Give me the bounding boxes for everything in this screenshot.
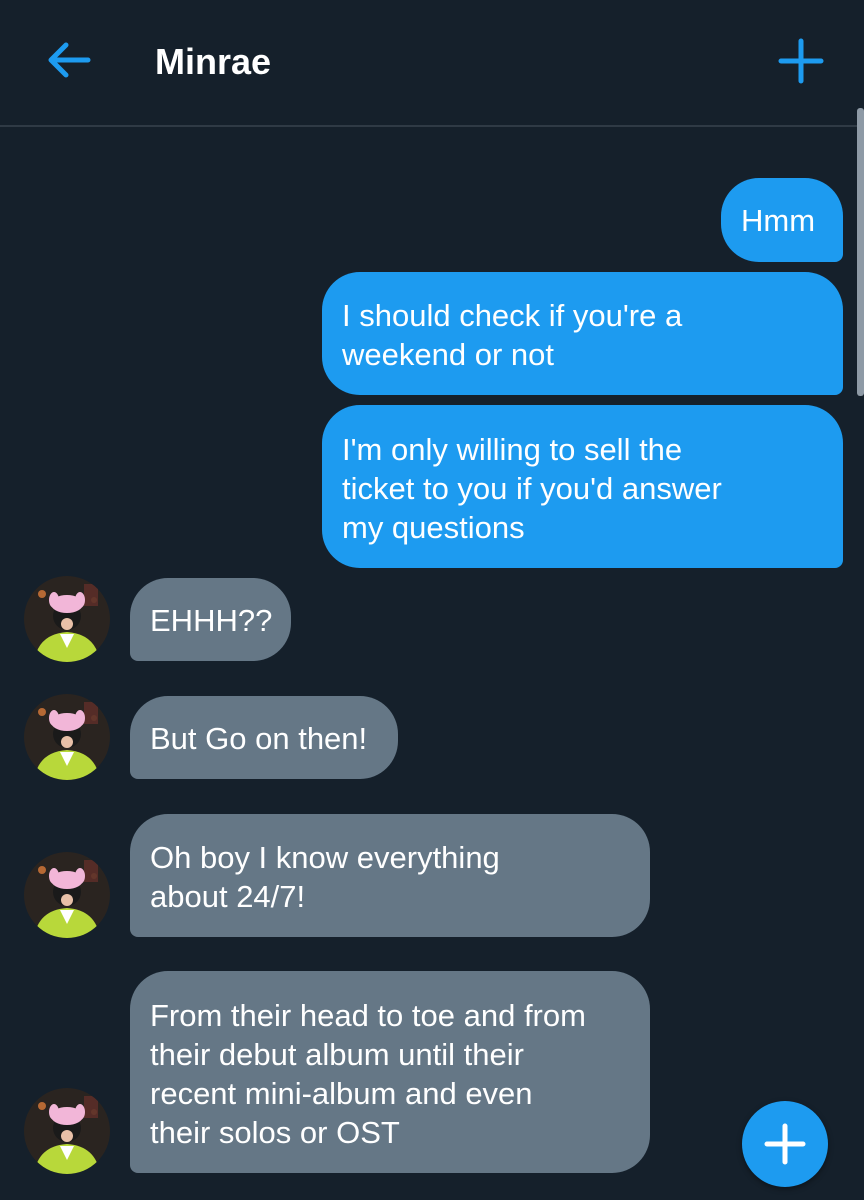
- avatar[interactable]: [24, 1088, 110, 1174]
- sent-message[interactable]: I'm only willing to sell the ticket to y…: [322, 405, 843, 568]
- avatar[interactable]: [24, 576, 110, 662]
- avatar-image: [24, 694, 110, 780]
- arrow-left-icon: [48, 42, 91, 78]
- new-message-fab[interactable]: [742, 1101, 828, 1187]
- scrollbar[interactable]: [857, 108, 864, 396]
- sent-message[interactable]: Hmm: [721, 178, 843, 262]
- conversation-header: Minrae: [0, 0, 864, 127]
- received-message[interactable]: Oh boy I know everything about 24/7!: [130, 814, 650, 937]
- plus-icon: [778, 38, 824, 84]
- avatar-image: [24, 1088, 110, 1174]
- received-message[interactable]: From their head to toe and from their de…: [130, 971, 650, 1173]
- dm-conversation-screen: Minrae Hmm I should check if you're a we…: [0, 0, 864, 1200]
- received-message[interactable]: EHHH??: [130, 578, 291, 661]
- avatar-image: [24, 576, 110, 662]
- conversation-title[interactable]: Minrae: [155, 40, 271, 84]
- add-button[interactable]: [774, 34, 828, 88]
- sent-message[interactable]: I should check if you're a weekend or no…: [322, 272, 843, 395]
- received-message[interactable]: But Go on then!: [130, 696, 398, 779]
- plus-icon: [764, 1123, 806, 1165]
- avatar-image: [24, 852, 110, 938]
- avatar[interactable]: [24, 852, 110, 938]
- back-button[interactable]: [38, 34, 98, 86]
- avatar[interactable]: [24, 694, 110, 780]
